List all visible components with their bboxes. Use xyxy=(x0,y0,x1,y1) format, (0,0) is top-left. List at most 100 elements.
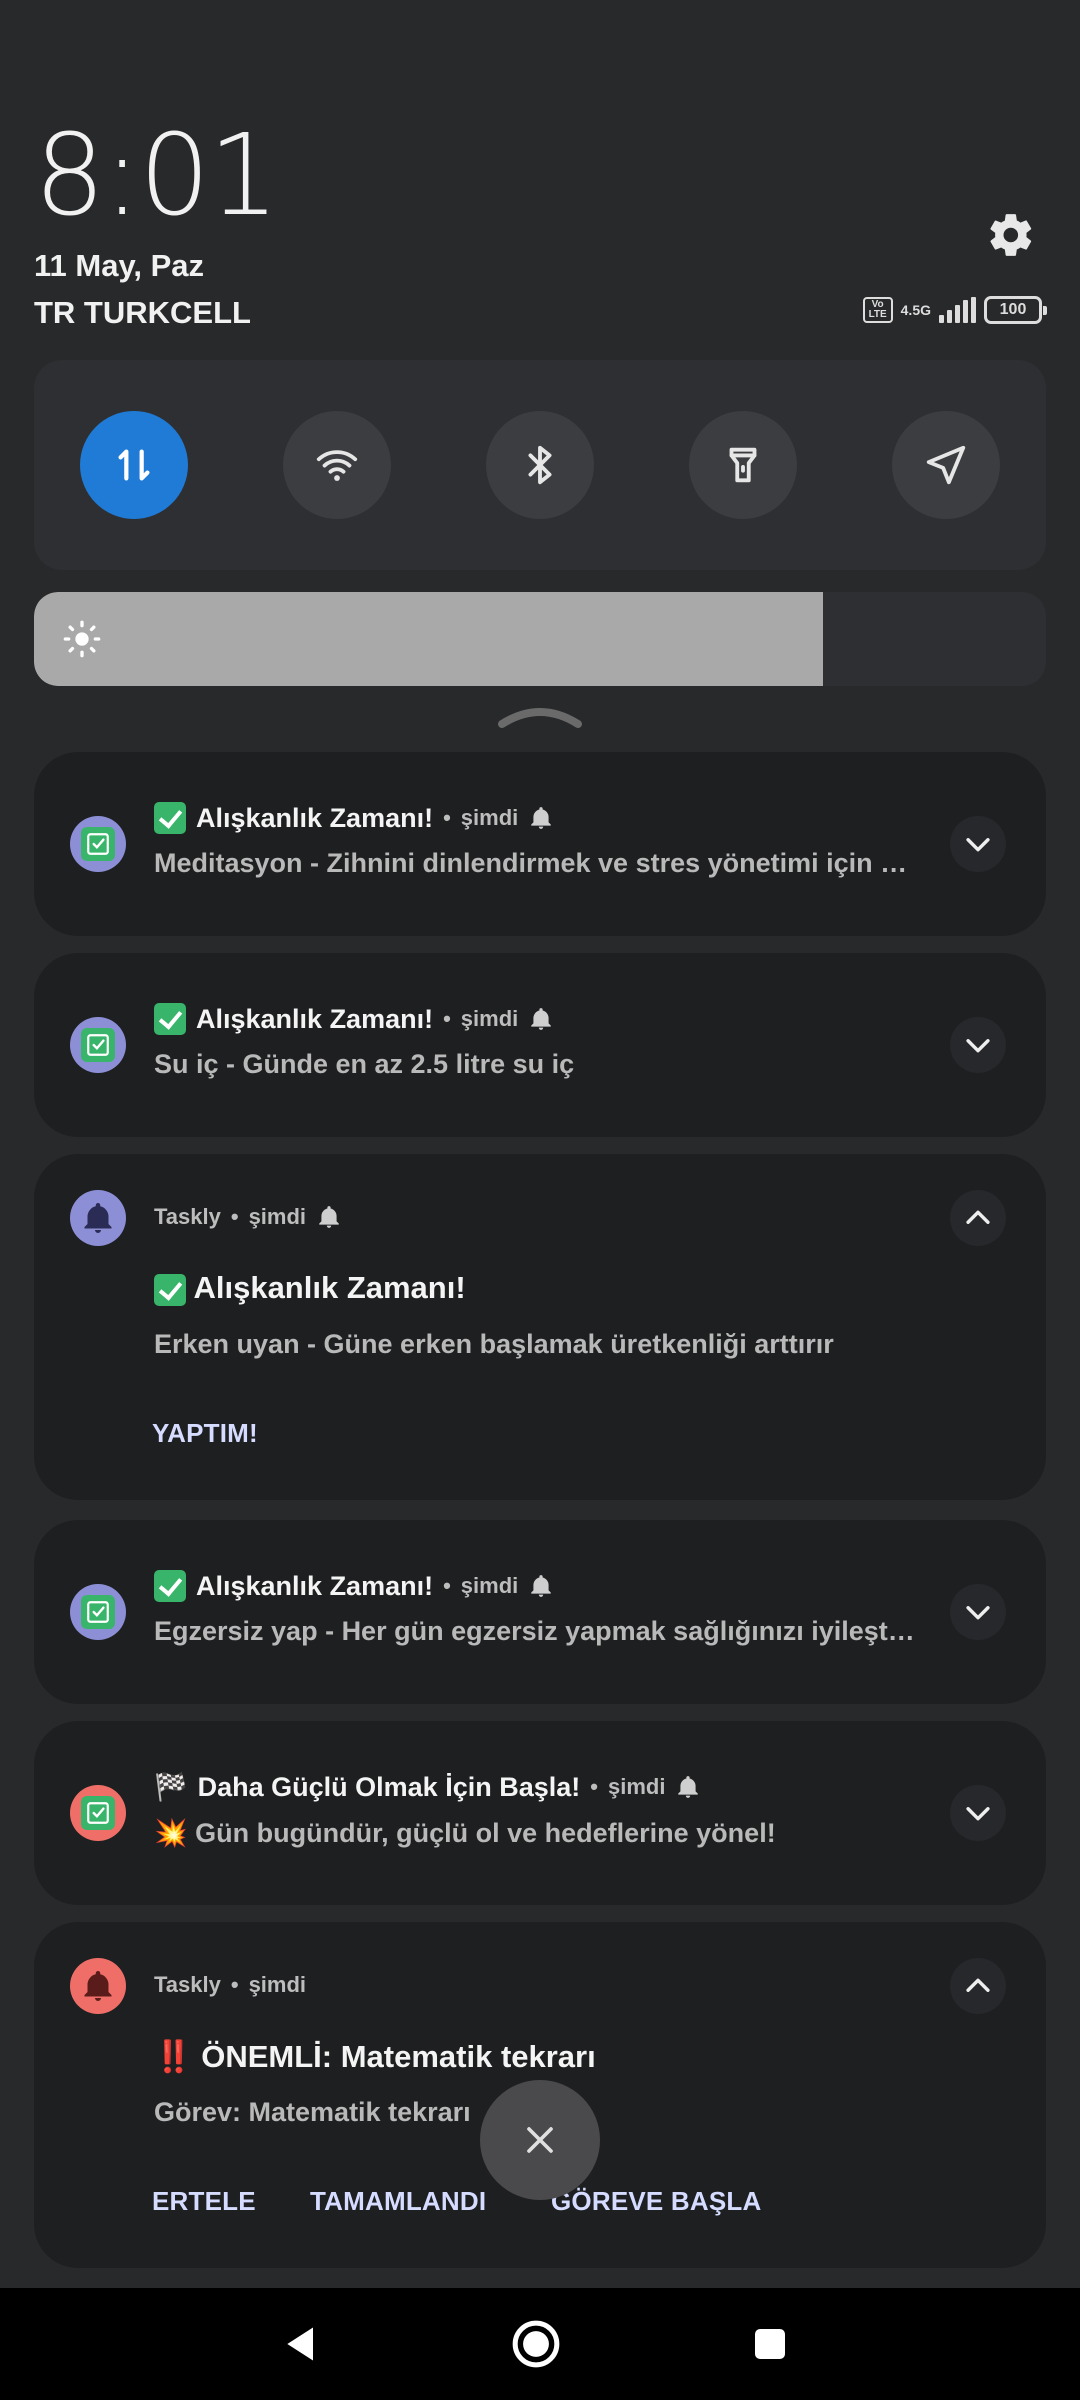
recents-square-icon xyxy=(755,2329,785,2359)
data-arrows-icon xyxy=(118,449,150,481)
signal-strength-icon xyxy=(939,297,976,323)
app-name: Taskly xyxy=(154,1972,221,1997)
carrier-name: TR TURKCELL xyxy=(34,295,251,330)
collision-emoji-icon: 💥 xyxy=(154,1818,188,1848)
done-action-button[interactable]: YAPTIM! xyxy=(152,1418,258,1449)
alert-bell-icon xyxy=(531,807,552,829)
notification-card-expanded[interactable]: Taskly • şimdi Alışkanlık Zamanı! Erken … xyxy=(34,1154,1046,1500)
notification-body: Erken uyan - Güne erken başlamak üretken… xyxy=(154,1329,834,1359)
collapse-handle-icon[interactable] xyxy=(498,704,582,728)
notification-body: Egzersiz yap - Her gün egzersiz yapmak s… xyxy=(154,1616,916,1646)
alert-bell-icon xyxy=(678,1776,699,1798)
bell-icon xyxy=(84,1971,112,2001)
notification-title-text: Alışkanlık Zamanı! xyxy=(193,1270,466,1305)
notification-header: Alışkanlık Zamanı! • şimdi xyxy=(154,1570,554,1602)
quick-settings-panel xyxy=(34,360,1046,570)
separator: • xyxy=(230,1972,239,1997)
collapse-chevron-icon[interactable] xyxy=(950,1958,1006,2014)
checkbox-icon xyxy=(81,827,115,861)
expand-chevron-icon[interactable] xyxy=(950,816,1006,872)
notification-card[interactable]: 🏁 Daha Güçlü Olmak İçin Başla! • şimdi 💥… xyxy=(34,1721,1046,1905)
check-mark-emoji-icon xyxy=(154,1273,186,1306)
status-bar-icons: Vo LTE 4.5G 100 xyxy=(862,290,1047,330)
home-button[interactable] xyxy=(504,2312,568,2376)
app-icon xyxy=(70,1785,126,1841)
tile-bluetooth[interactable] xyxy=(486,411,594,519)
notification-time: şimdi xyxy=(460,1573,519,1598)
collapse-chevron-icon[interactable] xyxy=(950,1190,1006,1246)
tile-wifi[interactable] xyxy=(283,411,391,519)
double-exclamation-emoji-icon: ‼️ xyxy=(154,2039,193,2074)
app-icon xyxy=(70,1190,126,1246)
app-icon xyxy=(70,1017,126,1073)
notification-time: şimdi xyxy=(460,1006,519,1031)
notification-header: Taskly • şimdi xyxy=(154,1972,306,1998)
back-triangle-icon xyxy=(287,2327,313,2361)
navigation-bar xyxy=(0,2288,1080,2400)
checkbox-icon xyxy=(81,1595,115,1629)
notification-title: Alışkanlık Zamanı! xyxy=(196,802,434,833)
battery-icon: 100 xyxy=(984,296,1047,324)
start-task-action-button[interactable]: GÖREVE BAŞLA xyxy=(551,2186,761,2217)
settings-gear-icon[interactable] xyxy=(986,210,1036,260)
alert-bell-icon xyxy=(531,1575,552,1597)
close-icon xyxy=(527,2127,553,2153)
notification-body: 💥 Gün bugündür, güçlü ol ve hedeflerine … xyxy=(154,1817,916,1849)
notification-title: Alışkanlık Zamanı! xyxy=(196,1003,434,1034)
clock[interactable]: 8:01 xyxy=(34,120,280,232)
volte-icon: Vo LTE xyxy=(862,297,893,323)
notification-title: ‼️ ÖNEMLİ: Matematik tekrarı xyxy=(154,2038,596,2075)
check-mark-emoji-icon xyxy=(154,1570,186,1602)
notification-card[interactable]: Alışkanlık Zamanı! • şimdi Su iç - Günde… xyxy=(34,953,1046,1137)
app-name: Taskly xyxy=(154,1204,221,1229)
check-mark-emoji-icon xyxy=(154,802,186,834)
checkbox-icon xyxy=(81,1796,115,1830)
snooze-action-button[interactable]: ERTELE xyxy=(152,2186,256,2217)
recents-button[interactable] xyxy=(738,2312,802,2376)
alert-bell-icon xyxy=(531,1008,552,1030)
checkbox-icon xyxy=(81,1028,115,1062)
expand-chevron-icon[interactable] xyxy=(950,1785,1006,1841)
tile-flashlight[interactable] xyxy=(689,411,797,519)
expand-chevron-icon[interactable] xyxy=(950,1017,1006,1073)
bell-icon xyxy=(84,1203,112,1233)
notification-title-text: ÖNEMLİ: Matematik tekrarı xyxy=(201,2039,596,2074)
home-circle-icon xyxy=(512,2320,560,2368)
network-type-label: 4.5G xyxy=(900,302,931,318)
notification-body: Su iç - Günde en az 2.5 litre su iç xyxy=(154,1049,575,1079)
battery-level: 100 xyxy=(999,301,1027,318)
wifi-icon xyxy=(316,450,358,481)
clear-all-notifications-button[interactable] xyxy=(480,2080,600,2200)
notification-header: Alışkanlık Zamanı! • şimdi xyxy=(154,1003,554,1035)
notification-shade: 8:01 11 May, Paz TR TURKCELL Vo LTE 4.5G… xyxy=(0,0,1080,2400)
date[interactable]: 11 May, Paz xyxy=(34,248,204,284)
app-icon xyxy=(70,1958,126,2014)
checkered-flag-emoji-icon: 🏁 xyxy=(154,1772,188,1802)
flashlight-icon xyxy=(729,447,757,483)
expand-chevron-icon[interactable] xyxy=(950,1584,1006,1640)
separator: • xyxy=(443,1573,451,1598)
notification-body: Meditasyon - Zihnini dinlendirmek ve str… xyxy=(154,848,916,878)
notification-header: 🏁 Daha Güçlü Olmak İçin Başla! • şimdi xyxy=(154,1771,701,1803)
tile-location[interactable] xyxy=(892,411,1000,519)
check-mark-emoji-icon xyxy=(154,1003,186,1035)
notification-title: Alışkanlık Zamanı! xyxy=(154,1270,466,1306)
app-icon xyxy=(70,816,126,872)
alert-bell-icon xyxy=(319,1206,339,1228)
app-icon xyxy=(70,1584,126,1640)
back-button[interactable] xyxy=(270,2312,334,2376)
notification-body-text: Gün bugündür, güçlü ol ve hedeflerine yö… xyxy=(195,1818,776,1848)
brightness-sun-icon xyxy=(63,620,101,658)
notification-title: Daha Güçlü Olmak İçin Başla! xyxy=(197,1771,581,1802)
notification-card[interactable]: Alışkanlık Zamanı! • şimdi Meditasyon - … xyxy=(34,752,1046,936)
notification-time: şimdi xyxy=(460,805,519,830)
brightness-slider[interactable] xyxy=(34,592,1046,686)
separator: • xyxy=(230,1204,239,1229)
network-type: 4.5G xyxy=(901,303,931,317)
tile-mobile-data[interactable] xyxy=(80,411,188,519)
notification-time: şimdi xyxy=(607,1774,666,1799)
complete-action-button[interactable]: TAMAMLANDI xyxy=(310,2186,486,2217)
notification-card[interactable]: Alışkanlık Zamanı! • şimdi Egzersiz yap … xyxy=(34,1520,1046,1704)
separator: • xyxy=(443,1006,451,1031)
separator: • xyxy=(590,1774,598,1799)
